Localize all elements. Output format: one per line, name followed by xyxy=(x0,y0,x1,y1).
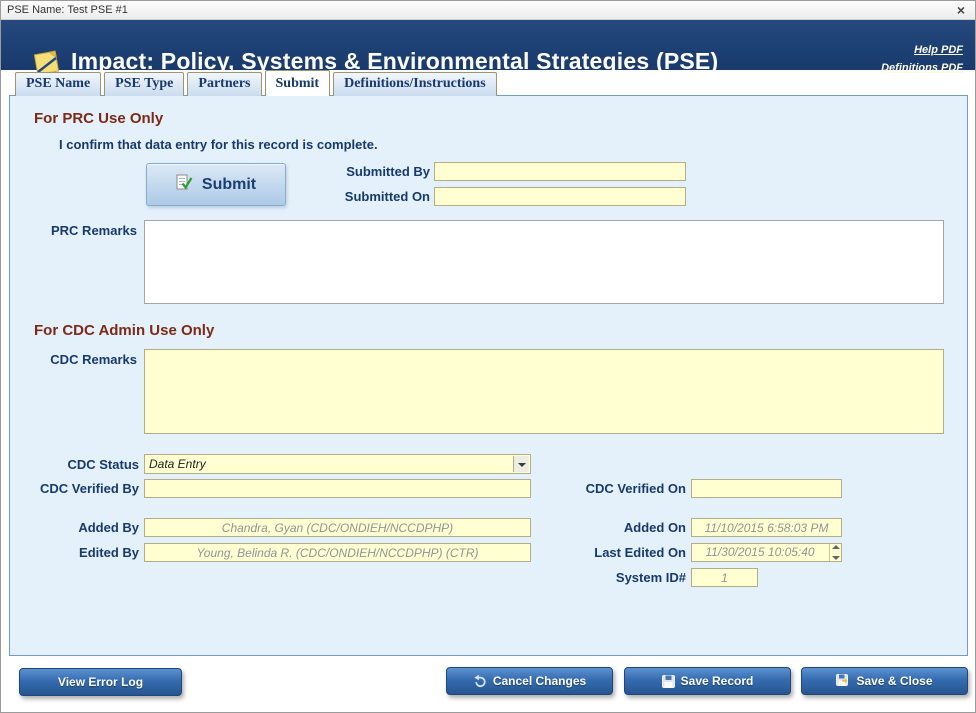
cdc-verified-on-label: CDC Verified On xyxy=(546,481,686,496)
cancel-changes-label: Cancel Changes xyxy=(493,674,586,688)
submit-button[interactable]: Submit xyxy=(146,163,286,206)
save-record-button[interactable]: Save Record xyxy=(624,667,791,695)
tab-pse-name[interactable]: PSE Name xyxy=(15,72,101,96)
help-pdf-link[interactable]: Help PDF xyxy=(914,44,963,56)
cdc-status-value: Data Entry xyxy=(149,457,206,471)
save-and-close-label: Save & Close xyxy=(856,674,932,688)
system-id-field xyxy=(691,568,758,587)
definitions-pdf-link[interactable]: Definitions PDF xyxy=(881,62,963,74)
cancel-changes-button[interactable]: Cancel Changes xyxy=(446,667,613,695)
view-error-log-button[interactable]: View Error Log xyxy=(19,668,182,696)
prc-remarks-label: PRC Remarks xyxy=(17,223,137,238)
cdc-verified-by-label: CDC Verified By xyxy=(9,481,139,496)
added-on-label: Added On xyxy=(546,520,686,535)
tab-partners[interactable]: Partners xyxy=(187,72,261,96)
cdc-verified-by-input[interactable] xyxy=(144,479,531,498)
cdc-section-heading: For CDC Admin Use Only xyxy=(34,322,214,339)
view-error-log-label: View Error Log xyxy=(58,675,143,689)
save-close-icon xyxy=(836,674,850,688)
cdc-remarks-label: CDC Remarks xyxy=(17,352,137,367)
last-edited-on-label: Last Edited On xyxy=(546,545,686,560)
submit-form-icon xyxy=(176,174,193,196)
tab-bar: PSE Name PSE Type Partners Submit Defini… xyxy=(15,70,497,96)
cdc-status-label: CDC Status xyxy=(19,457,139,472)
submit-button-label: Submit xyxy=(202,176,256,194)
prc-remarks-textarea[interactable] xyxy=(144,220,944,304)
chevron-down-icon[interactable] xyxy=(513,456,529,472)
submitted-by-label: Submitted By xyxy=(310,164,430,179)
system-id-label: System ID# xyxy=(546,570,686,585)
save-record-label: Save Record xyxy=(681,674,754,688)
cdc-verified-on-input[interactable] xyxy=(691,479,842,498)
submitted-on-input[interactable] xyxy=(434,187,686,206)
tab-definitions-instructions[interactable]: Definitions/Instructions xyxy=(333,72,497,96)
edited-by-label: Edited By xyxy=(19,545,139,560)
window-title: PSE Name: Test PSE #1 xyxy=(7,4,128,16)
cdc-remarks-textarea[interactable] xyxy=(144,349,944,434)
last-edited-on-field: 11/30/2015 10:05:40 xyxy=(691,543,842,562)
submitted-by-input[interactable] xyxy=(434,162,686,181)
prc-section-heading: For PRC Use Only xyxy=(34,110,163,127)
added-by-field xyxy=(144,518,531,537)
save-and-close-button[interactable]: Save & Close xyxy=(801,667,968,695)
tab-pse-type[interactable]: PSE Type xyxy=(104,72,184,96)
spinner-icon[interactable] xyxy=(829,544,841,561)
last-edited-on-value: 11/30/2015 10:05:40 xyxy=(692,545,828,559)
tab-submit[interactable]: Submit xyxy=(265,70,331,96)
app-header: Impact: Policy, Systems & Environmental … xyxy=(1,20,975,70)
submitted-on-label: Submitted On xyxy=(310,189,430,204)
save-icon xyxy=(662,675,675,688)
undo-icon xyxy=(473,674,487,688)
added-by-label: Added By xyxy=(19,520,139,535)
window-titlebar: PSE Name: Test PSE #1 × xyxy=(1,1,975,20)
cdc-status-dropdown[interactable]: Data Entry xyxy=(144,454,531,474)
added-on-field xyxy=(691,518,842,537)
edited-by-field xyxy=(144,543,531,562)
application-window: PSE Name: Test PSE #1 × Impact: Policy, … xyxy=(0,0,976,713)
close-icon[interactable]: × xyxy=(957,2,965,18)
prc-confirm-text: I confirm that data entry for this recor… xyxy=(59,137,378,152)
